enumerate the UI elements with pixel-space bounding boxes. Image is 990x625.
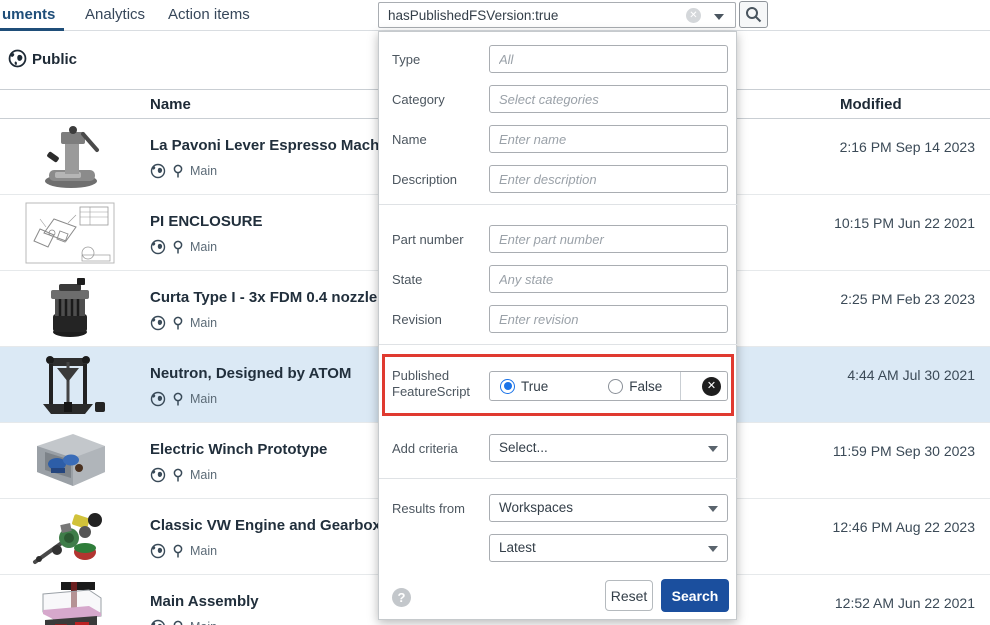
type-label: Type — [392, 52, 420, 67]
revision-input[interactable] — [489, 305, 728, 333]
annotation-highlight-box — [382, 354, 734, 416]
category-input[interactable] — [489, 85, 728, 113]
search-input[interactable] — [388, 5, 668, 25]
modified-timestamp: 12:46 PM Aug 22 2023 — [833, 519, 975, 535]
location-pin-icon — [172, 620, 184, 625]
document-meta: Main — [150, 314, 217, 332]
divider — [379, 344, 738, 345]
globe-icon — [150, 467, 166, 483]
results-version-value: Latest — [499, 540, 536, 555]
document-meta: Main — [150, 542, 217, 560]
add-criteria-value: Select... — [499, 440, 548, 455]
document-thumbnail — [24, 124, 116, 190]
modified-timestamp: 2:16 PM Sep 14 2023 — [840, 139, 975, 155]
name-input[interactable] — [489, 125, 728, 153]
branch-label: Main — [190, 468, 217, 482]
app-window: uments Analytics Action items ✕ Public N… — [0, 0, 990, 625]
description-label: Description — [392, 172, 457, 187]
document-name[interactable]: Classic VW Engine and Gearbox — [150, 517, 381, 534]
search-submit-button[interactable] — [739, 1, 768, 28]
document-thumbnail — [24, 580, 116, 625]
document-thumbnail — [24, 200, 116, 266]
location-pin-icon — [172, 468, 184, 483]
tab-documents[interactable]: uments — [2, 0, 55, 30]
results-version-select[interactable]: Latest — [489, 534, 728, 562]
modified-timestamp: 4:44 AM Jul 30 2021 — [847, 367, 975, 383]
section-label: Public — [32, 51, 77, 68]
description-input[interactable] — [489, 165, 728, 193]
globe-icon — [150, 315, 166, 331]
document-thumbnail — [24, 428, 116, 494]
branch-label: Main — [190, 316, 217, 330]
category-label: Category — [392, 92, 445, 107]
document-thumbnail — [24, 504, 116, 570]
location-pin-icon — [172, 392, 184, 407]
name-label: Name — [392, 132, 427, 147]
type-input[interactable] — [489, 45, 728, 73]
state-label: State — [392, 272, 422, 287]
modified-timestamp: 2:25 PM Feb 23 2023 — [840, 291, 975, 307]
reset-button[interactable]: Reset — [605, 580, 653, 611]
column-header-modified[interactable]: Modified — [840, 96, 902, 113]
chevron-down-icon — [708, 446, 718, 452]
modified-timestamp: 10:15 PM Jun 22 2021 — [834, 215, 975, 231]
document-thumbnail — [24, 276, 116, 342]
document-meta: Main — [150, 618, 217, 625]
help-icon[interactable]: ? — [392, 588, 411, 607]
document-meta: Main — [150, 162, 217, 180]
state-input[interactable] — [489, 265, 728, 293]
document-name[interactable]: Neutron, Designed by ATOM — [150, 365, 351, 382]
divider — [379, 204, 738, 205]
branch-label: Main — [190, 164, 217, 178]
results-scope-value: Workspaces — [499, 500, 573, 515]
search-box[interactable]: ✕ — [378, 2, 736, 28]
clear-search-icon[interactable]: ✕ — [686, 8, 701, 23]
location-pin-icon — [172, 316, 184, 331]
add-criteria-select[interactable]: Select... — [489, 434, 728, 462]
document-name[interactable]: Curta Type I - 3x FDM 0.4 nozzle — [150, 289, 377, 306]
location-pin-icon — [172, 544, 184, 559]
tab-action-items[interactable]: Action items — [168, 0, 250, 30]
part-number-input[interactable] — [489, 225, 728, 253]
branch-label: Main — [190, 240, 217, 254]
add-criteria-label: Add criteria — [392, 441, 458, 456]
public-globe-icon — [8, 49, 27, 73]
branch-label: Main — [190, 620, 217, 625]
document-thumbnail — [24, 352, 116, 418]
globe-icon — [150, 619, 166, 625]
part-number-label: Part number — [392, 232, 464, 247]
branch-label: Main — [190, 544, 217, 558]
modified-timestamp: 11:59 PM Sep 30 2023 — [833, 443, 975, 459]
modified-timestamp: 12:52 AM Jun 22 2021 — [835, 595, 975, 611]
active-tab-underline — [0, 28, 64, 31]
globe-icon — [150, 391, 166, 407]
document-name[interactable]: PI ENCLOSURE — [150, 213, 263, 230]
chevron-down-icon — [708, 506, 718, 512]
results-scope-select[interactable]: Workspaces — [489, 494, 728, 522]
results-from-label: Results from — [392, 501, 465, 516]
divider — [379, 478, 738, 479]
location-pin-icon — [172, 164, 184, 179]
magnifier-icon — [745, 6, 762, 23]
tab-analytics[interactable]: Analytics — [85, 0, 145, 30]
search-button[interactable]: Search — [661, 579, 729, 612]
column-header-name[interactable]: Name — [150, 96, 191, 113]
document-meta: Main — [150, 390, 217, 408]
globe-icon — [150, 163, 166, 179]
branch-label: Main — [190, 392, 217, 406]
document-name[interactable]: Electric Winch Prototype — [150, 441, 327, 458]
document-meta: Main — [150, 466, 217, 484]
document-name[interactable]: La Pavoni Lever Espresso Machines — [150, 137, 409, 154]
globe-icon — [150, 239, 166, 255]
advanced-search-panel: Type Category Name Description Part numb… — [378, 31, 737, 620]
document-name[interactable]: Main Assembly — [150, 593, 259, 610]
location-pin-icon — [172, 240, 184, 255]
revision-label: Revision — [392, 312, 442, 327]
document-meta: Main — [150, 238, 217, 256]
chevron-down-icon — [708, 546, 718, 552]
search-dropdown-caret-icon[interactable] — [714, 14, 724, 20]
globe-icon — [150, 543, 166, 559]
